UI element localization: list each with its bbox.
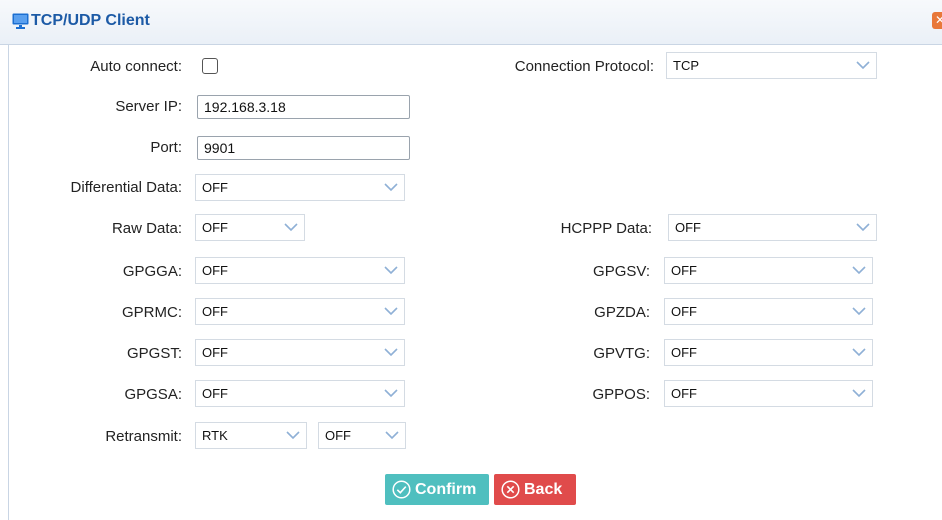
gpgga-value: OFF [202, 263, 228, 278]
chevron-down-icon [856, 223, 870, 232]
gpzda-label: GPZDA: [594, 304, 650, 321]
retransmit-label: Retransmit: [105, 428, 182, 445]
retransmit-mode-value: RTK [202, 428, 228, 443]
gpgsv-label: GPGSV: [593, 263, 650, 280]
raw-data-value: OFF [202, 220, 228, 235]
chevron-down-icon [852, 389, 866, 398]
auto-connect-label: Auto connect: [90, 58, 182, 75]
chevron-down-icon [284, 223, 298, 232]
gpvtg-select[interactable]: OFF [664, 339, 873, 366]
window-title: TCP/UDP Client [31, 12, 150, 29]
chevron-down-icon [852, 266, 866, 275]
gppos-value: OFF [671, 386, 697, 401]
panel-border [8, 45, 9, 520]
check-circle-icon [392, 480, 411, 499]
retransmit-state-value: OFF [325, 428, 351, 443]
chevron-down-icon [384, 183, 398, 192]
connection-protocol-value: TCP [673, 58, 699, 73]
differential-data-label: Differential Data: [70, 179, 182, 196]
chevron-down-icon [385, 431, 399, 440]
hcppp-data-select[interactable]: OFF [668, 214, 877, 241]
gpvtg-value: OFF [671, 345, 697, 360]
raw-data-select[interactable]: OFF [195, 214, 305, 241]
port-label: Port: [150, 139, 182, 156]
back-button[interactable]: Back [494, 474, 576, 505]
back-label: Back [524, 481, 563, 498]
gprmc-value: OFF [202, 304, 228, 319]
gpvtg-label: GPVTG: [593, 345, 650, 362]
auto-connect-checkbox[interactable] [202, 58, 218, 74]
gprmc-select[interactable]: OFF [195, 298, 405, 325]
retransmit-mode-select[interactable]: RTK [195, 422, 307, 449]
gpgst-value: OFF [202, 345, 228, 360]
chevron-down-icon [286, 431, 300, 440]
retransmit-state-select[interactable]: OFF [318, 422, 406, 449]
gpgsa-value: OFF [202, 386, 228, 401]
x-circle-icon [501, 480, 520, 499]
chevron-down-icon [384, 266, 398, 275]
port-input[interactable]: 9901 [197, 136, 410, 160]
chevron-down-icon [384, 348, 398, 357]
gppos-select[interactable]: OFF [664, 380, 873, 407]
gpgsa-label: GPGSA: [124, 386, 182, 403]
hcppp-data-label: HCPPP Data: [560, 220, 652, 237]
close-icon[interactable]: ✕ [932, 12, 942, 29]
gpgst-select[interactable]: OFF [195, 339, 405, 366]
confirm-label: Confirm [415, 481, 477, 498]
gpgsv-select[interactable]: OFF [664, 257, 873, 284]
gpzda-value: OFF [671, 304, 697, 319]
gpgsv-value: OFF [671, 263, 697, 278]
chevron-down-icon [384, 307, 398, 316]
connection-protocol-select[interactable]: TCP [666, 52, 877, 79]
gpgst-label: GPGST: [126, 345, 182, 362]
gpzda-select[interactable]: OFF [664, 298, 873, 325]
gprmc-label: GPRMC: [122, 304, 182, 321]
confirm-button[interactable]: Confirm [385, 474, 489, 505]
window-header: TCP/UDP Client ✕ [0, 0, 942, 45]
connection-protocol-label: Connection Protocol: [514, 58, 654, 75]
gppos-label: GPPOS: [592, 386, 650, 403]
differential-data-select[interactable]: OFF [195, 174, 405, 201]
differential-data-value: OFF [202, 180, 228, 195]
server-ip-input[interactable]: 192.168.3.18 [197, 95, 410, 119]
chevron-down-icon [852, 348, 866, 357]
monitor-icon [12, 13, 29, 29]
chevron-down-icon [852, 307, 866, 316]
chevron-down-icon [384, 389, 398, 398]
chevron-down-icon [856, 61, 870, 70]
gpgga-select[interactable]: OFF [195, 257, 405, 284]
gpgga-label: GPGGA: [122, 263, 182, 280]
server-ip-label: Server IP: [115, 98, 182, 115]
gpgsa-select[interactable]: OFF [195, 380, 405, 407]
hcppp-data-value: OFF [675, 220, 701, 235]
raw-data-label: Raw Data: [111, 220, 182, 237]
